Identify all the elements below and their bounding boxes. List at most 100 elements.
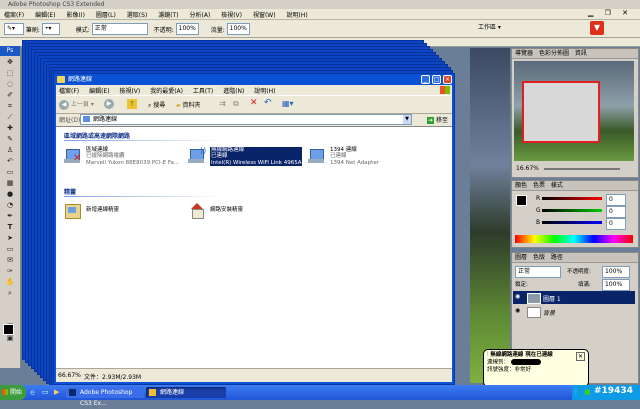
- start-button[interactable]: 開始: [0, 385, 26, 400]
- menu-layer[interactable]: 圖層(L): [96, 10, 116, 19]
- quick-select-icon[interactable]: ✐: [4, 91, 16, 99]
- navigator-view-box[interactable]: [522, 81, 600, 143]
- menu-edit[interactable]: 編輯(E): [89, 88, 109, 95]
- task-photoshop[interactable]: Adobe Photoshop CS3 Ex...: [66, 387, 144, 407]
- tab-paths[interactable]: 路徑: [551, 254, 563, 261]
- bridge-icon[interactable]: ▼: [590, 21, 604, 35]
- foreground-color-swatch[interactable]: [3, 324, 14, 335]
- window-title-bar[interactable]: 網路連線: [54, 74, 454, 85]
- eraser-tool-icon[interactable]: ▭: [4, 168, 16, 176]
- r-value[interactable]: 0: [606, 194, 626, 206]
- new-connection-wizard[interactable]: 新增連線精靈: [64, 203, 174, 223]
- tab-layers[interactable]: 圖層: [515, 254, 527, 261]
- menu-advanced[interactable]: 進階(N): [223, 88, 244, 95]
- type-tool-icon[interactable]: T: [4, 223, 16, 231]
- slice-tool-icon[interactable]: ⟋: [4, 113, 16, 121]
- move-tool-icon[interactable]: ✥: [4, 58, 16, 66]
- views-icon[interactable]: ▦▾: [282, 99, 294, 108]
- mode-select[interactable]: 正常: [91, 23, 148, 35]
- menu-edit[interactable]: 編輯(E): [35, 10, 55, 19]
- stamp-tool-icon[interactable]: ♙: [4, 146, 16, 154]
- gradient-tool-icon[interactable]: ▦: [4, 179, 16, 187]
- dropdown-icon[interactable]: ▼: [403, 115, 411, 124]
- search-button[interactable]: ⌕ 搜尋: [148, 100, 165, 110]
- quicklaunch-desktop-icon[interactable]: ▭: [42, 388, 49, 396]
- folders-button[interactable]: ▰ 資料夾: [176, 100, 201, 109]
- crop-tool-icon[interactable]: ⌗: [4, 102, 16, 110]
- brush-picker[interactable]: •▾: [41, 23, 60, 35]
- flow-field[interactable]: 100%: [226, 23, 250, 35]
- tab-swatches[interactable]: 色票: [533, 182, 545, 189]
- pen-tool-icon[interactable]: ✒: [4, 212, 16, 220]
- layer-row[interactable]: ◉ 背景: [513, 305, 635, 318]
- marquee-tool-icon[interactable]: ⬚: [4, 69, 16, 77]
- network-tray-icon[interactable]: ■: [584, 388, 591, 396]
- b-value[interactable]: 0: [606, 218, 626, 230]
- eyedropper-icon[interactable]: ✑: [4, 267, 16, 275]
- shape-tool-icon[interactable]: ▭: [4, 245, 16, 253]
- forward-icon[interactable]: ▶: [104, 99, 114, 109]
- fill-field[interactable]: 100%: [602, 279, 630, 291]
- brush-tool-icon[interactable]: ✎: [4, 135, 16, 143]
- wifi-connected-balloon[interactable]: ⫶ 無線網路連線 現在已連線 連線到： 訊號強度：非常好 ✕: [483, 349, 589, 387]
- connection-local-area[interactable]: ✕ 區域連線 已拔除網路電纜 Marvell Yukon 88E8039 PCI…: [64, 147, 184, 177]
- menu-help[interactable]: 說明(H): [286, 10, 307, 19]
- close-icon[interactable]: ✕: [576, 352, 585, 361]
- menu-image[interactable]: 影像(I): [66, 10, 84, 19]
- connection-wireless[interactable]: )) 無線網路連線 已連線 Intel(R) Wireless WiFi Lin…: [188, 147, 318, 177]
- task-network-connections[interactable]: 網路連線: [146, 387, 226, 398]
- menu-help[interactable]: 說明(H): [254, 88, 275, 95]
- close-icon[interactable]: ✕: [622, 9, 628, 17]
- tab-histogram[interactable]: 色彩分佈圖: [539, 50, 569, 57]
- tab-styles[interactable]: 樣式: [551, 182, 563, 189]
- layer-opacity-field[interactable]: 100%: [602, 266, 630, 278]
- tool-preset-picker[interactable]: ✎▾: [4, 23, 24, 35]
- undo-icon[interactable]: ↶: [264, 98, 272, 108]
- g-slider[interactable]: [542, 209, 602, 212]
- restore-icon[interactable]: ❐: [605, 9, 611, 17]
- menu-view[interactable]: 檢視(V): [119, 88, 140, 95]
- path-select-icon[interactable]: ➤: [4, 234, 16, 242]
- g-value[interactable]: 0: [606, 206, 626, 218]
- network-setup-wizard[interactable]: 網路安裝精靈: [188, 203, 298, 223]
- tab-color[interactable]: 顏色: [515, 182, 527, 189]
- menu-view[interactable]: 檢視(V): [221, 10, 242, 19]
- color-ramp[interactable]: [515, 235, 633, 243]
- menu-select[interactable]: 選取(S): [127, 10, 148, 19]
- delete-icon[interactable]: ✕: [250, 98, 258, 108]
- tab-channels[interactable]: 色版: [533, 254, 545, 261]
- blur-tool-icon[interactable]: ●: [4, 190, 16, 198]
- notes-tool-icon[interactable]: ✉: [4, 256, 16, 264]
- back-button[interactable]: ◀ 上一頁 ▾: [59, 99, 94, 110]
- minimize-icon[interactable]: ▁: [588, 9, 593, 17]
- layer-row[interactable]: ◉ 圖層 1: [513, 291, 635, 304]
- menu-file[interactable]: 檔案(F): [59, 88, 79, 95]
- menu-filter[interactable]: 濾鏡(T): [158, 10, 178, 19]
- navigator-zoom[interactable]: 16.67%: [516, 165, 539, 172]
- blend-mode-select[interactable]: 正常: [515, 266, 561, 278]
- healing-brush-icon[interactable]: ✚: [4, 124, 16, 132]
- maximize-icon[interactable]: □: [432, 75, 441, 84]
- r-slider[interactable]: [542, 197, 602, 200]
- dodge-tool-icon[interactable]: ◔: [4, 201, 16, 209]
- quicklaunch-ie-icon[interactable]: e: [30, 388, 35, 397]
- visibility-eye-icon[interactable]: ◉: [515, 293, 520, 300]
- visibility-eye-icon[interactable]: ◉: [515, 307, 520, 314]
- go-button[interactable]: ➜ 移至: [427, 115, 448, 124]
- quicklaunch-media-icon[interactable]: ▶: [54, 388, 59, 396]
- copy-to-icon[interactable]: ⧉: [233, 99, 239, 109]
- menu-file[interactable]: 檔案(F): [4, 10, 24, 19]
- menu-analysis[interactable]: 分析(A): [190, 10, 211, 19]
- fg-color-chip[interactable]: [516, 195, 527, 206]
- wireless-tray-icon[interactable]: ⫶: [575, 388, 577, 397]
- move-to-icon[interactable]: ⇉: [219, 99, 226, 108]
- menu-window[interactable]: 視窗(W): [253, 10, 276, 19]
- up-folder-icon[interactable]: ↑: [127, 99, 137, 109]
- menu-tools[interactable]: 工具(T): [193, 88, 213, 95]
- workspace-button[interactable]: 工作區 ▾: [478, 23, 501, 33]
- connection-1394[interactable]: 1394 連線 已連線 1394 Net Adapter: [308, 147, 418, 177]
- tab-navigator[interactable]: 導覽器: [515, 50, 533, 57]
- opacity-field[interactable]: 100%: [175, 23, 199, 35]
- tab-info[interactable]: 資訊: [575, 50, 587, 57]
- hand-tool-icon[interactable]: ✋: [4, 278, 16, 286]
